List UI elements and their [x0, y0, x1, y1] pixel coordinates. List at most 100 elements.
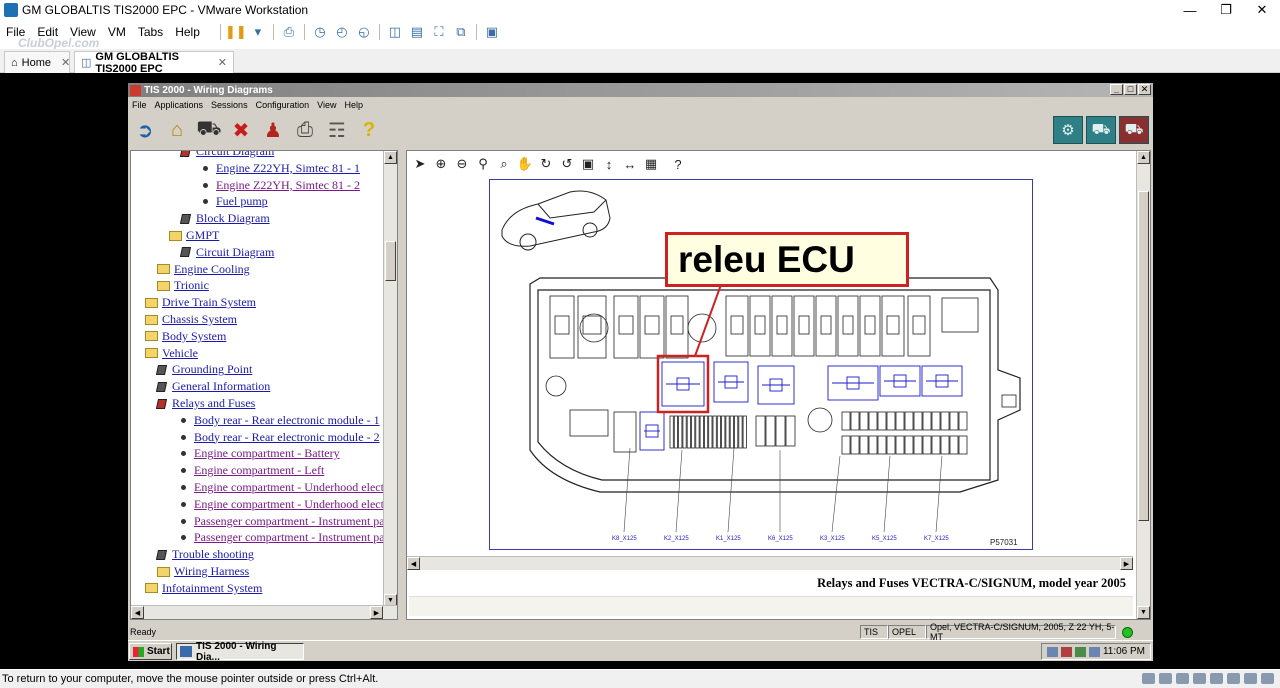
- tree-item[interactable]: Passenger compartment - Instrument pane: [181, 513, 396, 530]
- minimize-button[interactable]: —: [1172, 0, 1208, 20]
- scale-icon[interactable]: ▦: [642, 155, 660, 173]
- library-icon[interactable]: ◫: [384, 23, 406, 41]
- close-tab-icon[interactable]: ✕: [218, 56, 227, 69]
- help-icon[interactable]: ?: [356, 117, 382, 143]
- tray-network-icon[interactable]: [1046, 646, 1058, 657]
- diagram-help-icon[interactable]: ?: [669, 155, 687, 173]
- car-service-icon[interactable]: ⛟: [1119, 116, 1149, 144]
- fit-height-icon[interactable]: ↕: [600, 155, 618, 173]
- diagram-vertical-scrollbar[interactable]: ▲ ▼: [1136, 151, 1150, 619]
- pointer-icon[interactable]: ➤: [411, 155, 429, 173]
- tree-item[interactable]: Passenger compartment - Instrument pane: [181, 529, 396, 546]
- pause-icon[interactable]: ❚❚: [225, 23, 247, 41]
- tree-item[interactable]: Chassis System: [145, 311, 237, 328]
- tree-item[interactable]: Engine Z22YH, Simtec 81 - 1: [203, 160, 360, 177]
- tis-menu-file[interactable]: File: [132, 100, 147, 110]
- tis-close-button[interactable]: ✕: [1138, 84, 1151, 95]
- tree-item[interactable]: Engine compartment - Left: [181, 462, 324, 479]
- tree-item[interactable]: Vehicle: [145, 345, 198, 362]
- tree-item[interactable]: Wiring Harness: [157, 563, 249, 580]
- exit-icon[interactable]: ➲: [132, 117, 158, 143]
- tree-item[interactable]: Trouble shooting: [155, 546, 254, 563]
- tab-vm[interactable]: ◫ GM GLOBALTIS TIS2000 EPC ✕: [74, 51, 234, 75]
- zoom-in-icon[interactable]: ⊕: [432, 155, 450, 173]
- display-icon[interactable]: [1244, 673, 1257, 684]
- scroll-thumb[interactable]: [1138, 191, 1149, 521]
- tree-item[interactable]: Engine compartment - Underhood electric: [181, 479, 397, 496]
- message-icon[interactable]: [1261, 673, 1274, 684]
- tis-menu-sessions[interactable]: Sessions: [211, 100, 248, 110]
- scroll-up-icon[interactable]: ▲: [384, 151, 397, 164]
- tree-item[interactable]: Grounding Point: [155, 361, 252, 378]
- send-ctrl-alt-del-icon[interactable]: ⎙: [278, 23, 300, 41]
- pan-hand-icon[interactable]: ✋: [516, 155, 534, 173]
- tree-horizontal-scrollbar[interactable]: ◀ ▶: [131, 605, 397, 619]
- tree-item[interactable]: Engine Cooling: [157, 261, 250, 278]
- fit-all-icon[interactable]: ▣: [579, 155, 597, 173]
- tis-maximize-button[interactable]: □: [1124, 84, 1137, 95]
- tree-item[interactable]: Fuel pump: [203, 193, 268, 210]
- home-icon[interactable]: ⌂: [164, 117, 190, 143]
- rotate-right-icon[interactable]: ↻: [537, 155, 555, 173]
- tis-menu-applications[interactable]: Applications: [155, 100, 204, 110]
- tis-minimize-button[interactable]: _: [1110, 84, 1123, 95]
- scroll-left-icon[interactable]: ◀: [131, 606, 144, 619]
- scroll-up-icon[interactable]: ▲: [1137, 151, 1150, 164]
- vehicle-icon[interactable]: ⛟: [196, 117, 222, 143]
- notes-icon[interactable]: ☶: [324, 117, 350, 143]
- scroll-right-icon[interactable]: ▶: [370, 606, 383, 619]
- snapshot-manager-icon[interactable]: ◵: [353, 23, 375, 41]
- revert-snapshot-icon[interactable]: ◴: [331, 23, 353, 41]
- tree-vertical-scrollbar[interactable]: ▲ ▼: [383, 151, 397, 607]
- tree-item[interactable]: Engine compartment - Battery: [181, 445, 340, 462]
- tray-volume-icon[interactable]: [1060, 646, 1072, 657]
- rotate-left-icon[interactable]: ↺: [558, 155, 576, 173]
- user-icon[interactable]: ♟: [260, 117, 286, 143]
- tree-item[interactable]: GMPT: [169, 227, 219, 244]
- unity-icon[interactable]: ⧉: [450, 23, 472, 41]
- stop-icon[interactable]: ✖: [228, 117, 254, 143]
- cd-icon[interactable]: [1227, 673, 1240, 684]
- tree-item[interactable]: Circuit Diagram: [179, 151, 274, 160]
- menu-help[interactable]: Help: [175, 25, 200, 39]
- dropdown-arrow-icon[interactable]: ▾: [247, 23, 269, 41]
- zoom-icon[interactable]: ⚲: [474, 155, 492, 173]
- fullscreen-icon[interactable]: ⛶: [428, 23, 450, 41]
- tray-security-icon[interactable]: [1074, 646, 1086, 657]
- tis-menu-view[interactable]: View: [317, 100, 336, 110]
- network-icon[interactable]: [1159, 673, 1172, 684]
- start-button[interactable]: Start: [129, 643, 172, 660]
- scroll-thumb[interactable]: [385, 241, 396, 281]
- fit-width-icon[interactable]: ↔: [621, 155, 639, 173]
- taskbar-item-tis[interactable]: TIS 2000 - Wiring Dia...: [176, 641, 304, 663]
- zoom-out-icon[interactable]: ⊖: [453, 155, 471, 173]
- diagnostics-icon[interactable]: ⚙: [1053, 116, 1083, 144]
- scroll-left-icon[interactable]: ◀: [407, 557, 420, 570]
- tree-item[interactable]: Drive Train System: [145, 294, 256, 311]
- tray-vm-icon[interactable]: [1088, 646, 1100, 657]
- restore-button[interactable]: ❐: [1208, 0, 1244, 20]
- tree-item[interactable]: Infotainment System: [145, 580, 262, 597]
- tab-home[interactable]: ⌂ Home ✕: [4, 51, 70, 73]
- sound-icon[interactable]: [1193, 673, 1206, 684]
- tree-item[interactable]: Block Diagram: [179, 210, 270, 227]
- menu-vm[interactable]: VM: [108, 25, 126, 39]
- scroll-right-icon[interactable]: ▶: [1120, 557, 1133, 570]
- print-icon[interactable]: ⎙: [292, 117, 318, 143]
- menu-tabs[interactable]: Tabs: [138, 25, 163, 39]
- hdd-icon[interactable]: [1142, 673, 1155, 684]
- console-view-icon[interactable]: ▣: [481, 23, 503, 41]
- zoom-area-icon[interactable]: ⌕: [495, 155, 513, 173]
- tree-item[interactable]: Trionic: [157, 277, 209, 294]
- close-tab-icon[interactable]: ✕: [61, 56, 70, 69]
- diagram-horizontal-scrollbar[interactable]: ◀ ▶: [407, 556, 1133, 570]
- tree-item[interactable]: Engine compartment - Underhood electric: [181, 496, 397, 513]
- close-button[interactable]: ✕: [1244, 0, 1280, 20]
- tree-item[interactable]: Engine Z22YH, Simtec 81 - 2: [203, 177, 360, 194]
- thumbnail-bar-icon[interactable]: ▤: [406, 23, 428, 41]
- tis-menu-configuration[interactable]: Configuration: [256, 100, 310, 110]
- tree-item[interactable]: Relays and Fuses: [155, 395, 255, 412]
- tree-item[interactable]: Circuit Diagram: [179, 244, 274, 261]
- snapshot-icon[interactable]: ◷: [309, 23, 331, 41]
- tis-menu-help[interactable]: Help: [344, 100, 363, 110]
